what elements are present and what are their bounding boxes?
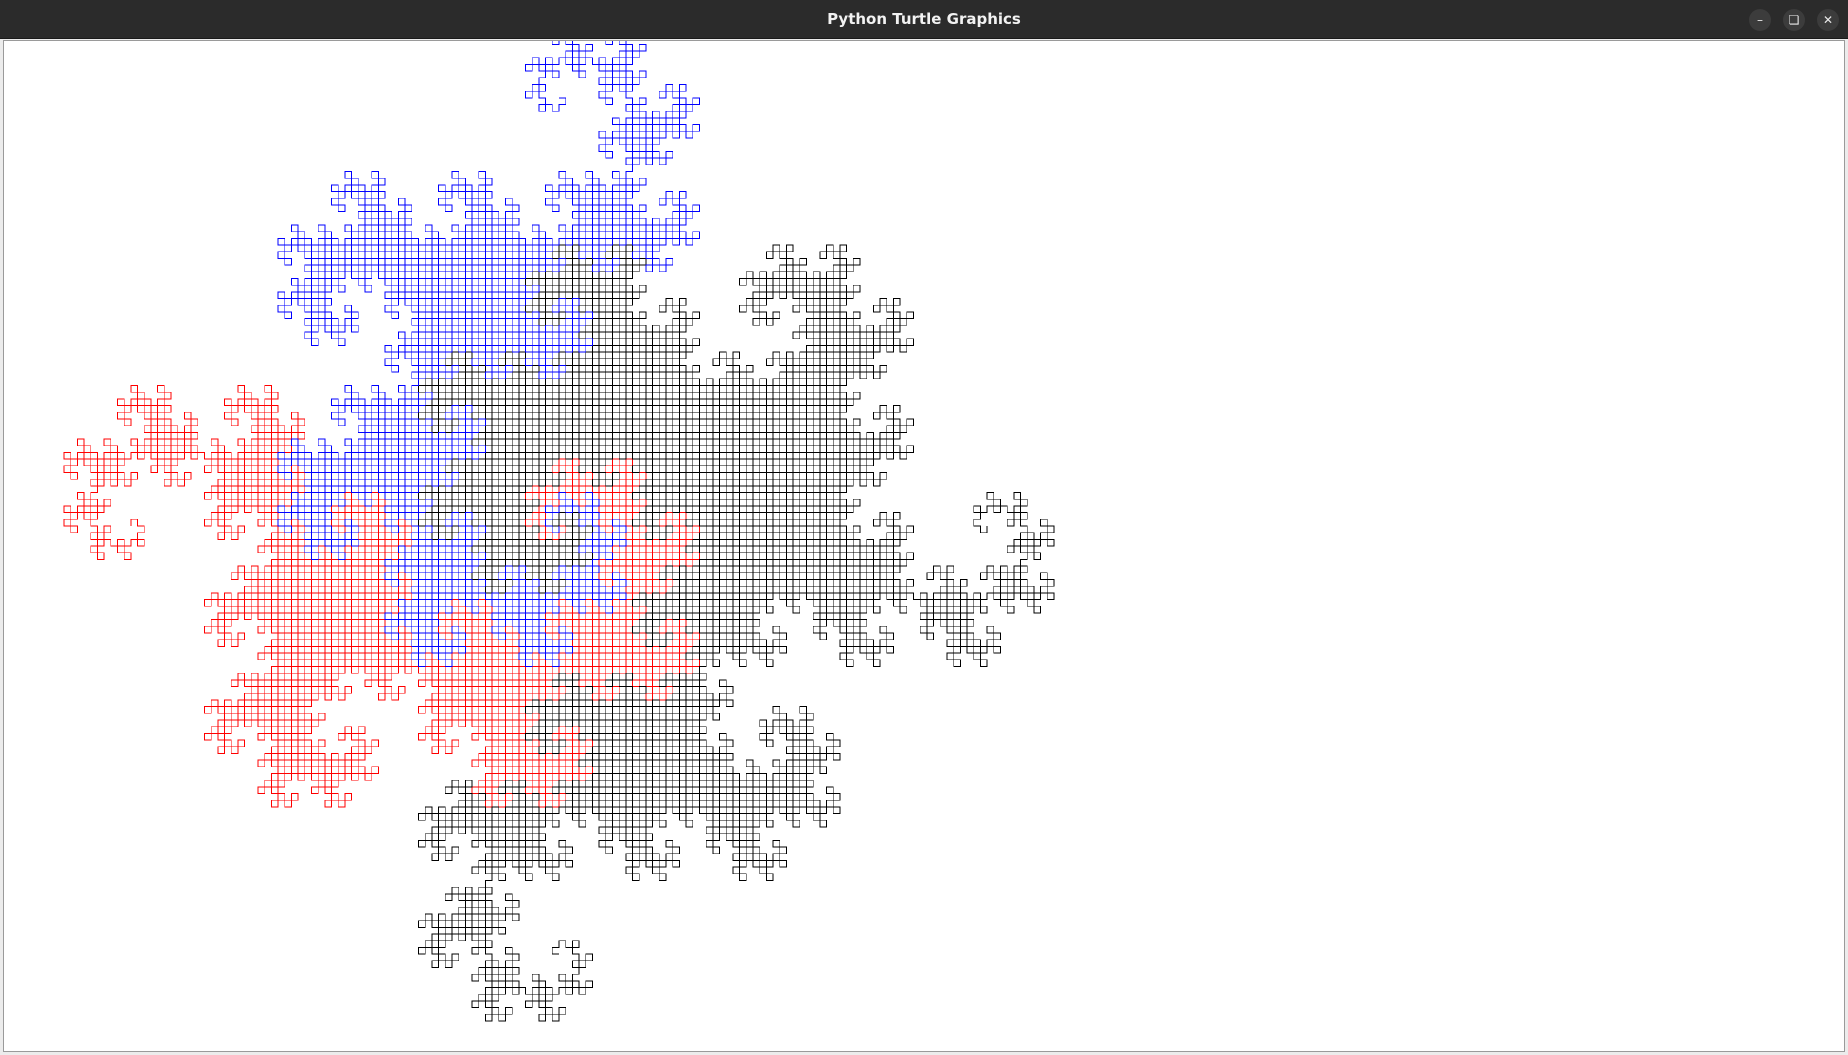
- title-bar[interactable]: Python Turtle Graphics – ❏ ✕: [0, 0, 1848, 39]
- turtle-path-3: [418, 385, 841, 1022]
- restore-icon[interactable]: ❏: [1783, 9, 1805, 31]
- turtle-canvas[interactable]: [4, 41, 1844, 1051]
- close-icon[interactable]: ✕: [1817, 9, 1839, 31]
- window-title: Python Turtle Graphics: [827, 10, 1021, 28]
- turtle-canvas-frame[interactable]: [3, 40, 1845, 1052]
- turtle-path-0: [418, 244, 1055, 667]
- dragon-curve-drawing: [63, 41, 1055, 1022]
- turtle-window: Python Turtle Graphics – ❏ ✕: [0, 0, 1848, 1055]
- minimize-icon[interactable]: –: [1749, 9, 1771, 31]
- turtle-path-1: [63, 385, 700, 808]
